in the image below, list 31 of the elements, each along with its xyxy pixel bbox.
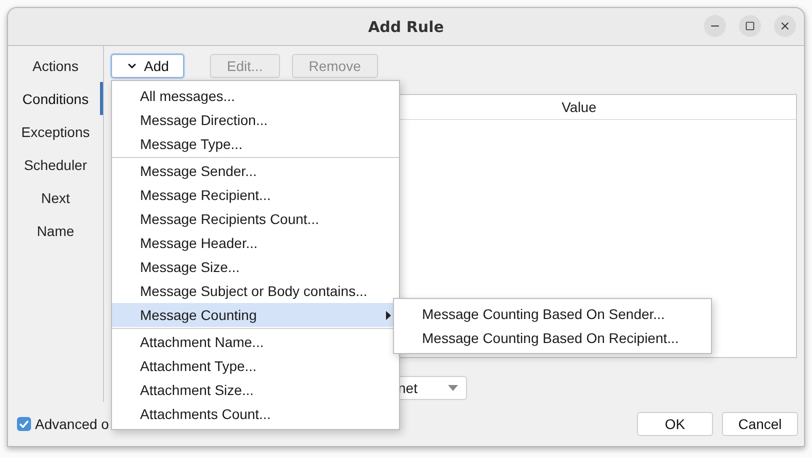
- column-header: Value: [560, 98, 598, 117]
- menu-item[interactable]: Message Size...: [112, 255, 399, 279]
- maximize-button[interactable]: [739, 15, 761, 37]
- menu-item[interactable]: Message Recipient...: [112, 183, 399, 207]
- sidebar-tab[interactable]: Next: [8, 181, 103, 214]
- menu-item[interactable]: Message Counting Based On Recipient...: [394, 326, 711, 350]
- menu-item[interactable]: Message Subject or Body contains...: [112, 279, 399, 303]
- checkbox-label: Advanced o: [35, 416, 109, 432]
- menu-item[interactable]: All messages...: [112, 84, 399, 108]
- dropdown-button[interactable]: Add: [111, 54, 184, 78]
- close-icon: [779, 20, 791, 32]
- sidebar-tab[interactable]: Actions: [8, 49, 103, 82]
- dropdown-arrow-icon: [448, 385, 458, 391]
- menu-item[interactable]: Message Type...: [112, 132, 399, 156]
- sidebar-tab[interactable]: Name: [8, 214, 103, 247]
- menu-item[interactable]: Attachment Type...: [112, 354, 399, 378]
- menu-item[interactable]: Attachments Count...: [112, 402, 399, 426]
- menu-item[interactable]: Message Header...: [112, 231, 399, 255]
- close-button[interactable]: [774, 15, 796, 37]
- menu-item[interactable]: Message Recipients Count...: [112, 207, 399, 231]
- maximize-icon: [745, 21, 755, 31]
- dialog-button[interactable]: Cancel: [722, 412, 798, 436]
- checkbox[interactable]: [17, 417, 31, 431]
- menu-item[interactable]: Message Direction...: [112, 108, 399, 132]
- submenu-arrow-icon: [386, 310, 391, 320]
- sidebar-tab[interactable]: Exceptions: [8, 115, 103, 148]
- sidebar-tab[interactable]: Conditions: [8, 82, 103, 115]
- window-title: Add Rule: [368, 18, 444, 36]
- dialog-button[interactable]: OK: [637, 412, 713, 436]
- menu-item[interactable]: Message Sender...: [112, 159, 399, 183]
- sidebar-tab[interactable]: Scheduler: [8, 148, 103, 181]
